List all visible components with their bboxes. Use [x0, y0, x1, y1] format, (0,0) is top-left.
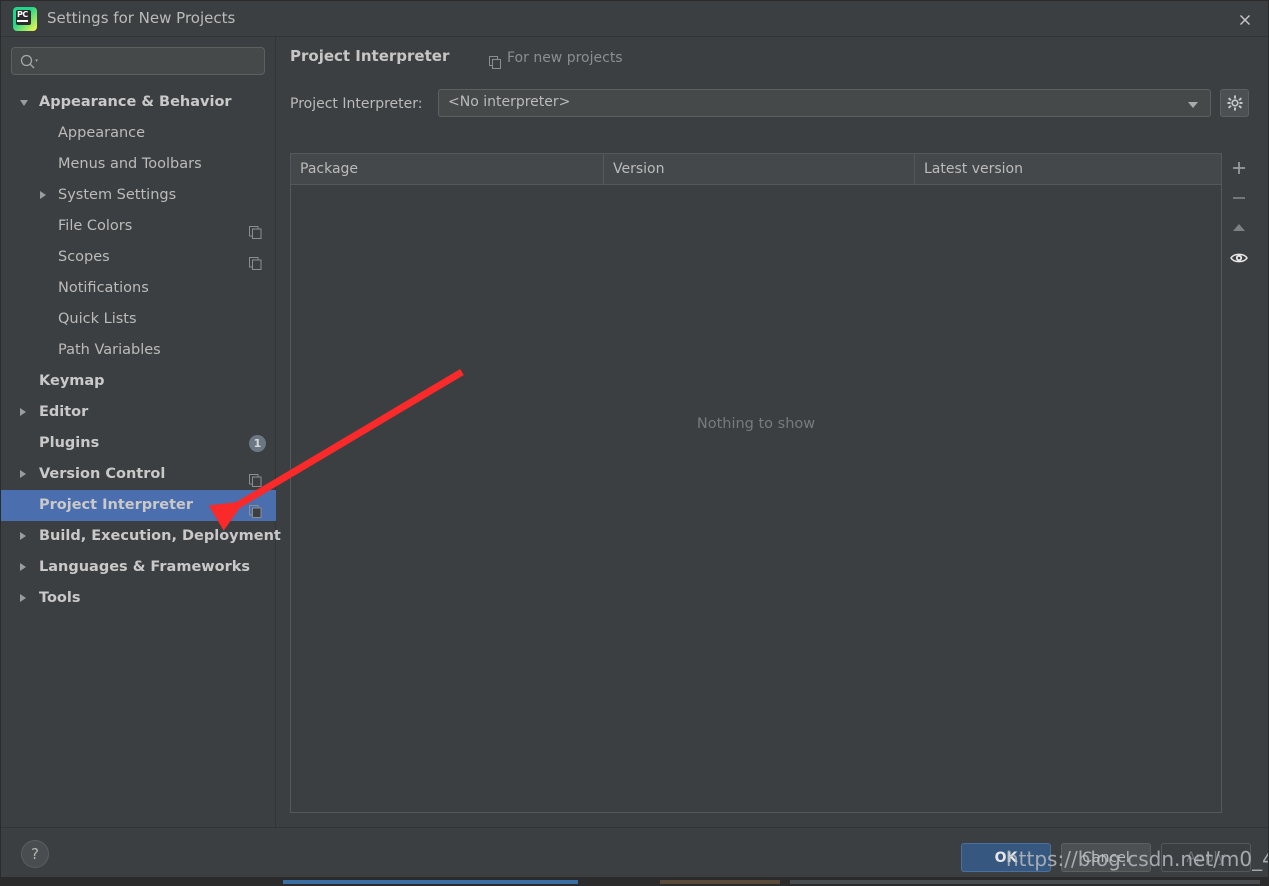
sidebar-item-label: Quick Lists — [58, 311, 137, 327]
sidebar-item-scopes[interactable]: Scopes — [1, 242, 276, 273]
interpreter-label: Project Interpreter: — [290, 96, 423, 112]
packages-table: Package Version Latest version Nothing to … — [290, 153, 1222, 813]
sidebar-item-system-settings[interactable]: System Settings — [1, 180, 276, 211]
sidebar-item-version-control[interactable]: Version Control — [1, 459, 276, 490]
close-icon[interactable] — [1230, 7, 1260, 31]
chevron-right-icon[interactable] — [20, 408, 26, 416]
settings-tree: Appearance & Behavior Appearance Menus and… — [1, 87, 281, 614]
search-icon — [19, 53, 39, 71]
sidebar-item-file-colors[interactable]: File Colors — [1, 211, 276, 242]
packages-toolbar — [1223, 153, 1255, 813]
title-bar: PC Settings for New Projects — [1, 1, 1268, 37]
sidebar-item-label: Project Interpreter — [39, 497, 194, 513]
main-panel: Project Interpreter For new projects Pro… — [277, 37, 1268, 827]
sidebar-item-languages-frameworks[interactable]: Languages & Frameworks — [1, 552, 276, 583]
chevron-right-icon[interactable] — [40, 191, 46, 199]
sidebar-item-label: Notifications — [58, 280, 149, 296]
for-new-projects-label: For new projects — [507, 50, 623, 66]
table-header-row: Package Version Latest version — [291, 154, 1221, 185]
sidebar-item-label: Scopes — [58, 249, 110, 265]
sidebar-item-appearance[interactable]: Appearance — [1, 118, 276, 149]
sidebar-item-label: Keymap — [39, 373, 105, 389]
install-package-button[interactable] — [1223, 153, 1255, 183]
sidebar-item-project-interpreter[interactable]: Project Interpreter — [1, 490, 276, 521]
copy-to-projects-icon[interactable] — [249, 220, 262, 239]
window-title: Settings for New Projects — [47, 9, 236, 27]
chevron-right-icon[interactable] — [20, 563, 26, 571]
sidebar-item-label: Version Control — [39, 466, 166, 482]
copy-to-projects-icon[interactable] — [249, 468, 262, 487]
empty-table-message: Nothing to show — [696, 416, 816, 432]
chevron-right-icon[interactable] — [20, 470, 26, 478]
sidebar-item-plugins[interactable]: Plugins 1 — [1, 428, 276, 459]
settings-sidebar: Appearance & Behavior Appearance Menus and… — [1, 37, 281, 827]
sidebar-item-notifications[interactable]: Notifications — [1, 273, 276, 304]
copy-to-projects-icon[interactable] — [249, 251, 262, 270]
sidebar-item-appearance-behavior[interactable]: Appearance & Behavior — [1, 87, 276, 118]
search-box[interactable] — [11, 47, 265, 75]
column-header[interactable]: Latest version — [914, 154, 1223, 184]
sidebar-item-label: Appearance — [58, 125, 146, 141]
status-badge: 1 — [249, 435, 266, 452]
sidebar-item-label: Tools — [39, 590, 81, 606]
uninstall-package-button[interactable] — [1223, 183, 1255, 213]
watermark-text: https://blog.csdn.net/m0_43505377 — [1006, 847, 1268, 871]
page-title: Project Interpreter — [290, 47, 450, 65]
sidebar-item-label: Appearance & Behavior — [39, 94, 232, 110]
sidebar-item-quick-lists[interactable]: Quick Lists — [1, 304, 276, 335]
sidebar-item-label: Menus and Toolbars — [58, 156, 202, 172]
upgrade-package-button[interactable] — [1223, 213, 1255, 243]
sidebar-item-build-execution-deployment[interactable]: Build, Execution, Deployment — [1, 521, 281, 552]
interpreter-value: <No interpreter> — [448, 94, 571, 110]
chevron-right-icon[interactable] — [20, 532, 26, 540]
sidebar-item-label: System Settings — [58, 187, 177, 203]
interpreter-dropdown[interactable]: <No interpreter> — [438, 89, 1211, 117]
chevron-right-icon[interactable] — [20, 594, 26, 602]
copy-to-projects-icon[interactable] — [249, 499, 262, 518]
sidebar-item-path-variables[interactable]: Path Variables — [1, 335, 276, 366]
sidebar-item-editor[interactable]: Editor — [1, 397, 276, 428]
chevron-down-icon — [1188, 102, 1198, 108]
sidebar-item-keymap[interactable]: Keymap — [1, 366, 276, 397]
sidebar-item-label: Build, Execution, Deployment — [39, 528, 281, 544]
show-early-releases-button[interactable] — [1223, 243, 1255, 273]
sidebar-item-label: Plugins — [39, 435, 100, 451]
search-input[interactable] — [42, 52, 262, 72]
background-strip — [0, 878, 1269, 886]
gear-icon[interactable] — [1220, 89, 1249, 117]
chevron-down-icon[interactable] — [20, 100, 28, 106]
sidebar-item-label: File Colors — [58, 218, 133, 234]
column-header[interactable]: Version — [603, 154, 914, 184]
sidebar-item-tools[interactable]: Tools — [1, 583, 276, 614]
column-header[interactable]: Package — [291, 154, 603, 184]
sidebar-item-label: Editor — [39, 404, 89, 420]
copy-to-projects-icon — [489, 54, 501, 69]
settings-dialog: PC Settings for New Projects Appearance … — [0, 0, 1269, 878]
sidebar-item-label: Path Variables — [58, 342, 161, 358]
help-button[interactable]: ? — [21, 840, 49, 868]
pycharm-logo-icon: PC — [13, 7, 37, 31]
sidebar-item-label: Languages & Frameworks — [39, 559, 251, 575]
sidebar-item-menus-and-toolbars[interactable]: Menus and Toolbars — [1, 149, 276, 180]
